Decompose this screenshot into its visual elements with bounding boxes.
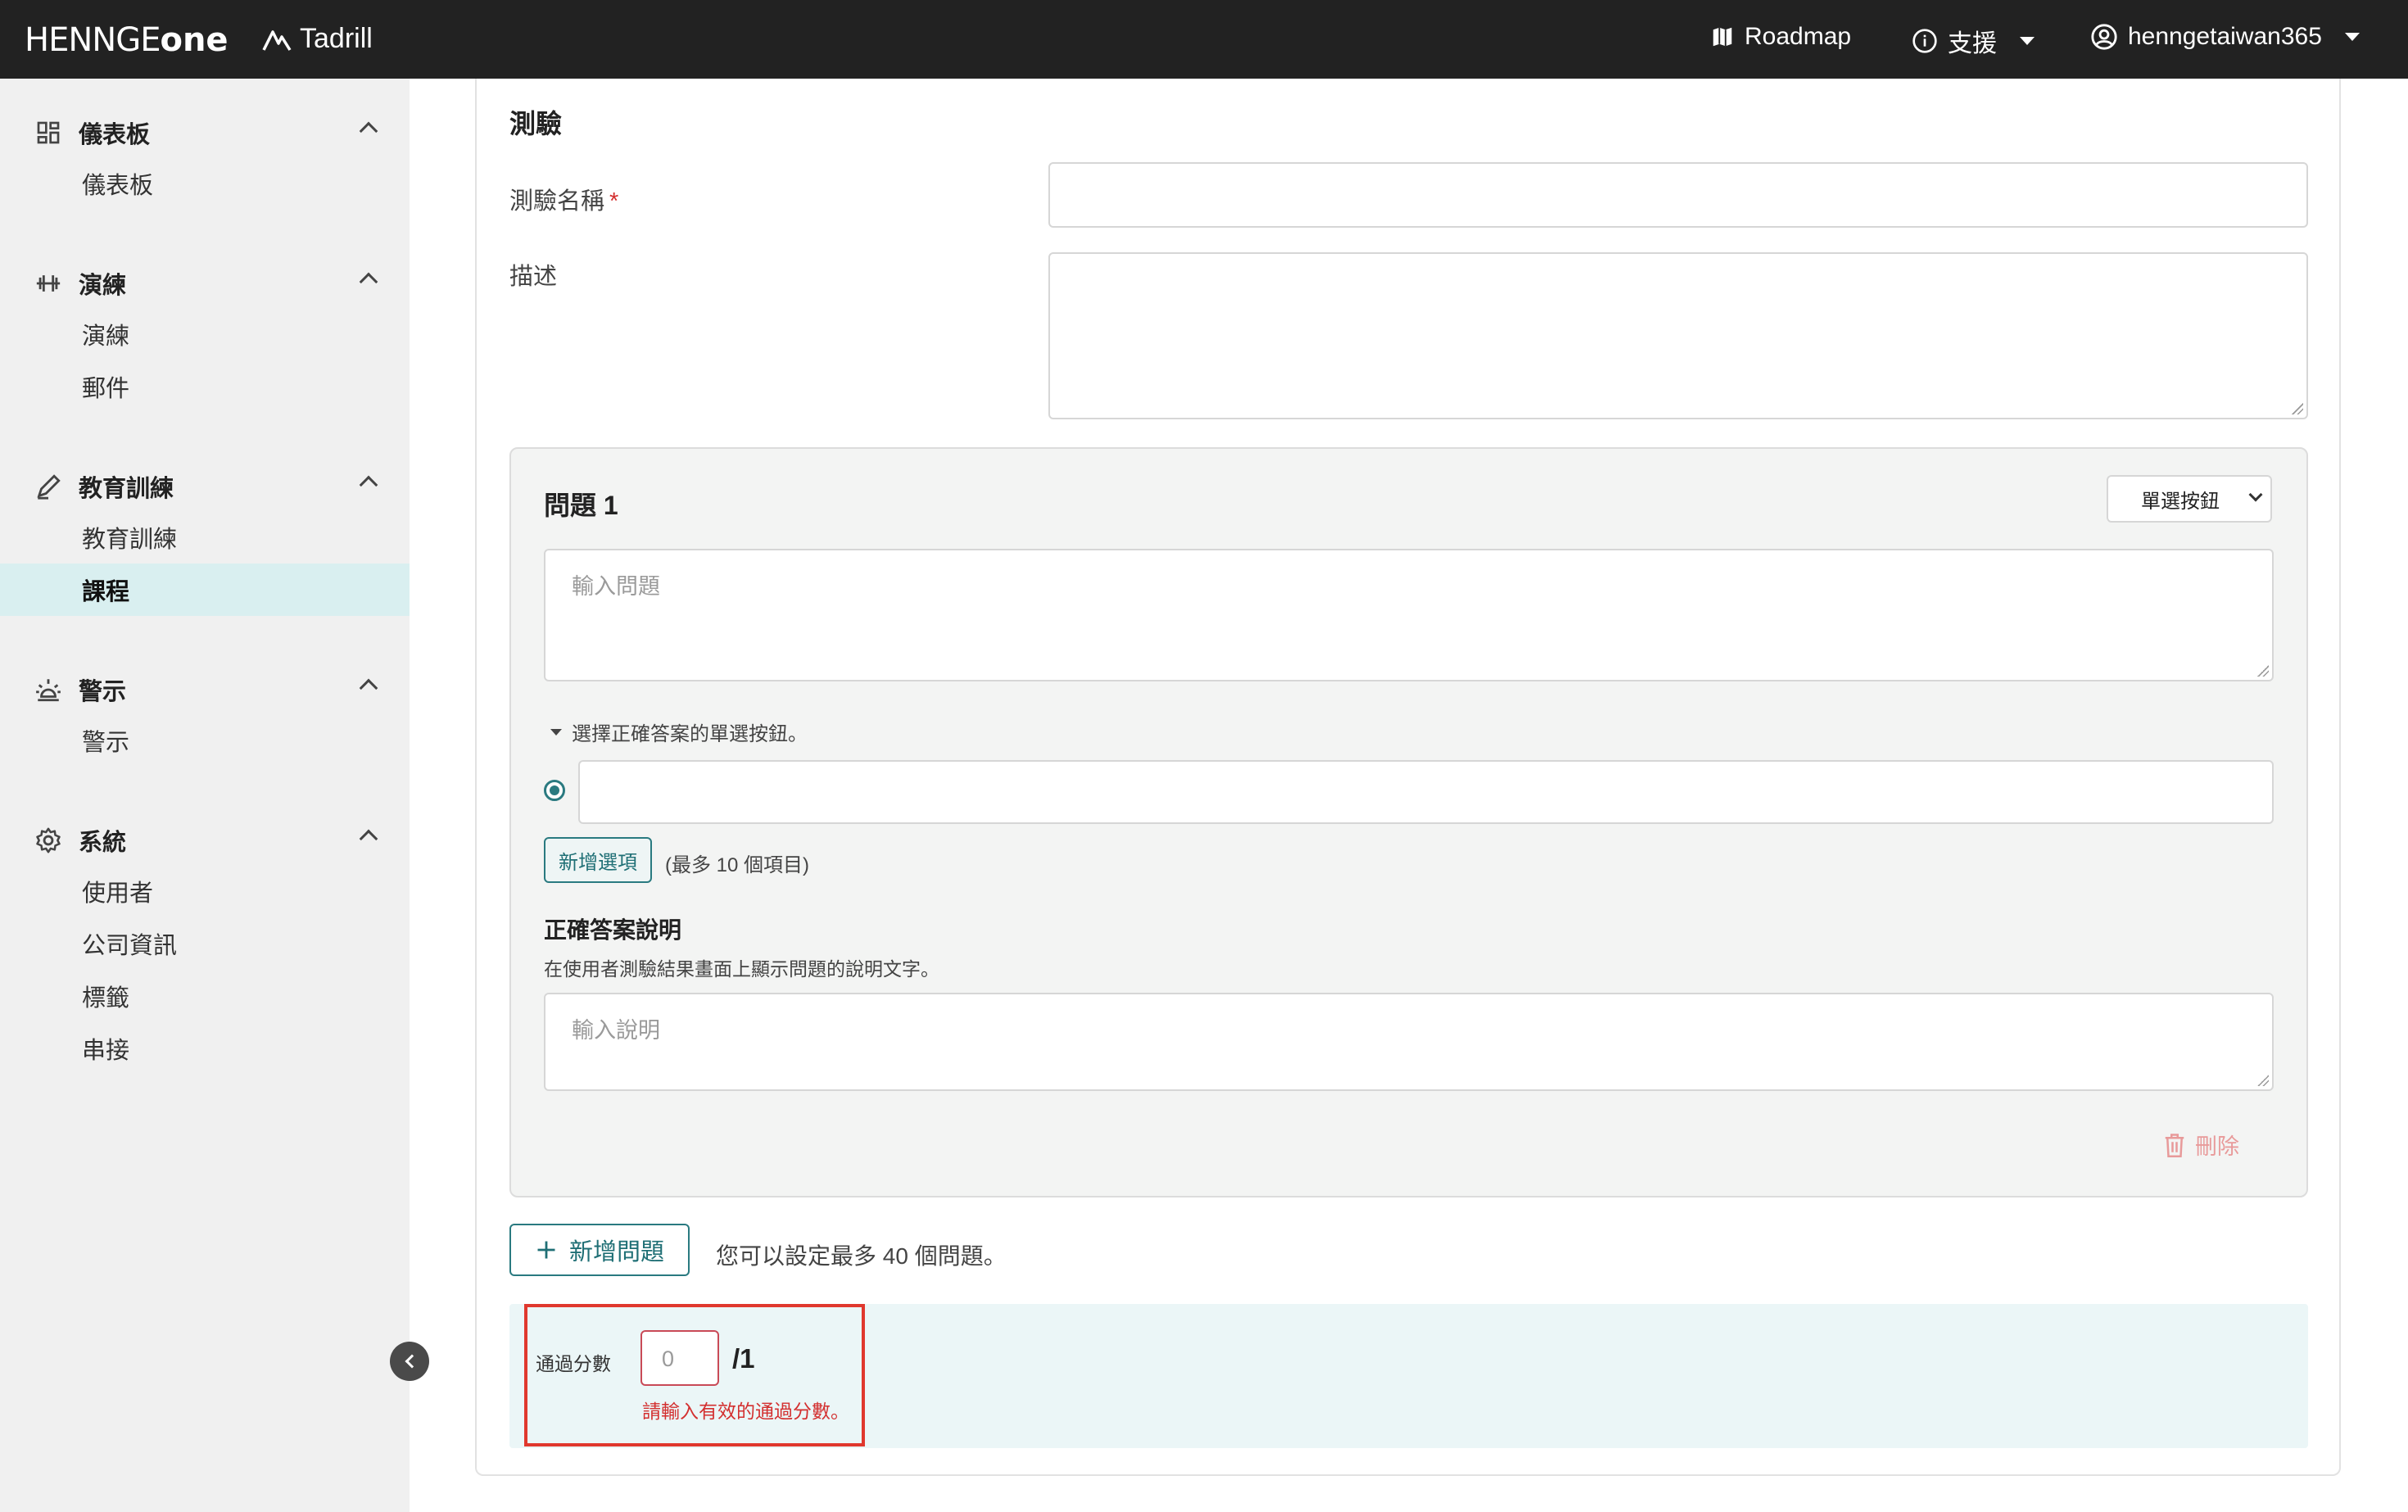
nav-head-alerts[interactable]: 警示: [0, 665, 410, 714]
explanation-placeholder: 輸入說明: [572, 1018, 660, 1043]
explanation-description: 在使用者測驗結果畫面上顯示問題的說明文字。: [544, 958, 939, 980]
add-option-button[interactable]: 新增選項: [544, 837, 652, 883]
pass-score-label: 通過分數: [536, 1353, 611, 1374]
sidebar-item-dashboard[interactable]: 儀表板: [0, 157, 410, 210]
logo-text: HENNGE: [25, 21, 161, 59]
plus-icon: [537, 1241, 555, 1259]
nav-head-training[interactable]: 教育訓練: [0, 462, 410, 511]
add-question-button[interactable]: 新增問題: [509, 1224, 690, 1276]
question-placeholder: 輸入問題: [572, 574, 660, 599]
nav-head-label: 系統: [79, 830, 127, 856]
quiz-name-label-text: 測驗名稱: [509, 188, 605, 215]
delete-label: 刪除: [2195, 1134, 2239, 1159]
correct-answer-radio[interactable]: [544, 780, 565, 801]
question-type-select[interactable]: 單選按鈕: [2107, 475, 2272, 523]
option-hint-text: 選擇正確答案的單選按鈕。: [572, 723, 808, 745]
delete-question-button[interactable]: 刪除: [2162, 1129, 2239, 1161]
triangle-down-icon: [550, 728, 562, 736]
user-avatar-icon: [2091, 24, 2117, 50]
alarm-light-icon: [34, 676, 62, 704]
nav-group-system: 系統 使用者 公司資訊 標籤 串接: [0, 816, 410, 1075]
support-menu[interactable]: 支援: [1912, 23, 2035, 59]
sidebar-item-integrations[interactable]: 串接: [0, 1022, 410, 1075]
sidebar-item-mail[interactable]: 郵件: [0, 360, 410, 413]
option-input[interactable]: [578, 760, 2274, 824]
sidebar-item-drills[interactable]: 演練: [0, 308, 410, 360]
hennge-one-logo[interactable]: HENNGEone: [25, 21, 229, 59]
question-title: 問題 1: [544, 491, 618, 520]
quiz-name-label: 測驗名稱 *: [509, 182, 618, 216]
nav-head-drills[interactable]: 演練: [0, 259, 410, 308]
required-marker: *: [609, 188, 619, 215]
sidebar: 儀表板 儀表板 演練 演練 郵件 教育訓練 教育訓練 課程 警示 警示 系統 使…: [0, 79, 410, 1512]
roadmap-label: Roadmap: [1745, 23, 1852, 50]
roadmap-link[interactable]: Roadmap: [1710, 23, 1851, 51]
pen-icon: [34, 473, 62, 500]
explanation-textarea[interactable]: [544, 993, 2274, 1091]
support-label: 支援: [1948, 30, 1997, 57]
nav-group-drills: 演練 演練 郵件: [0, 259, 410, 413]
info-icon: [1912, 29, 1937, 53]
pass-score-input[interactable]: 0: [640, 1330, 719, 1386]
dashboard-icon: [34, 119, 62, 147]
resize-handle-icon[interactable]: [2257, 1075, 2269, 1086]
option-hint-toggle[interactable]: 選擇正確答案的單選按鈕。: [550, 718, 808, 746]
collapse-sidebar-button[interactable]: [390, 1342, 429, 1381]
chevron-up-icon[interactable]: [359, 678, 378, 698]
sidebar-item-training[interactable]: 教育訓練: [0, 511, 410, 564]
chevron-down-icon: [2248, 487, 2263, 502]
resize-handle-icon[interactable]: [2292, 403, 2303, 414]
sidebar-item-company-info[interactable]: 公司資訊: [0, 917, 410, 970]
username-label: henngetaiwan365: [2128, 23, 2322, 50]
tadrill-mark-icon: [262, 29, 292, 51]
section-title: 測驗: [509, 109, 563, 138]
nav-group-alerts: 警示 警示: [0, 665, 410, 767]
product-name: Tadrill: [300, 23, 373, 54]
resize-handle-icon[interactable]: [2257, 665, 2269, 677]
nav-head-dashboard[interactable]: 儀表板: [0, 108, 410, 157]
map-icon: [1713, 27, 1732, 47]
nav-head-label: 儀表板: [79, 122, 151, 148]
description-label: 描述: [509, 264, 558, 290]
description-textarea[interactable]: [1048, 252, 2308, 419]
question-textarea[interactable]: [544, 549, 2274, 681]
gear-icon: [34, 826, 62, 854]
sidebar-item-alerts[interactable]: 警示: [0, 714, 410, 767]
nav-head-system[interactable]: 系統: [0, 816, 410, 865]
quiz-name-input[interactable]: [1048, 162, 2308, 228]
caret-down-icon: [2344, 33, 2360, 41]
user-menu[interactable]: henngetaiwan365: [2090, 23, 2360, 51]
radio-dot: [550, 785, 559, 795]
caret-down-icon: [2020, 37, 2035, 45]
chevron-up-icon[interactable]: [359, 121, 378, 141]
top-bar: HENNGEone Tadrill Roadmap 支援 henngetaiwa…: [0, 0, 2408, 79]
nav-group-training: 教育訓練 教育訓練 課程: [0, 462, 410, 616]
pass-score-total: /1: [732, 1343, 755, 1374]
chevron-up-icon[interactable]: [359, 272, 378, 292]
logo-one-text: one: [160, 21, 229, 59]
nav-head-label: 演練: [79, 273, 127, 299]
question-type-value: 單選按鈕: [2141, 490, 2220, 513]
explanation-title: 正確答案說明: [544, 917, 682, 943]
trash-icon: [2165, 1133, 2184, 1157]
add-question-note: 您可以設定最多 40 個問題。: [716, 1243, 1007, 1269]
sidebar-item-users[interactable]: 使用者: [0, 865, 410, 917]
add-option-note: (最多 10 個項目): [665, 854, 810, 876]
add-question-label: 新增問題: [568, 1239, 664, 1265]
tadrill-logo[interactable]: Tadrill: [262, 23, 373, 55]
nav-head-label: 教育訓練: [79, 476, 174, 502]
chevron-left-icon: [405, 1354, 419, 1369]
nav-head-label: 警示: [79, 679, 127, 705]
sidebar-item-tags[interactable]: 標籤: [0, 970, 410, 1022]
dumbbell-icon: [34, 269, 62, 297]
chevron-up-icon[interactable]: [359, 475, 378, 495]
chevron-up-icon[interactable]: [359, 829, 378, 849]
nav-group-dashboard: 儀表板 儀表板: [0, 108, 410, 210]
pass-score-error: 請輸入有效的通過分數。: [642, 1401, 849, 1422]
sidebar-item-courses[interactable]: 課程: [0, 564, 410, 616]
